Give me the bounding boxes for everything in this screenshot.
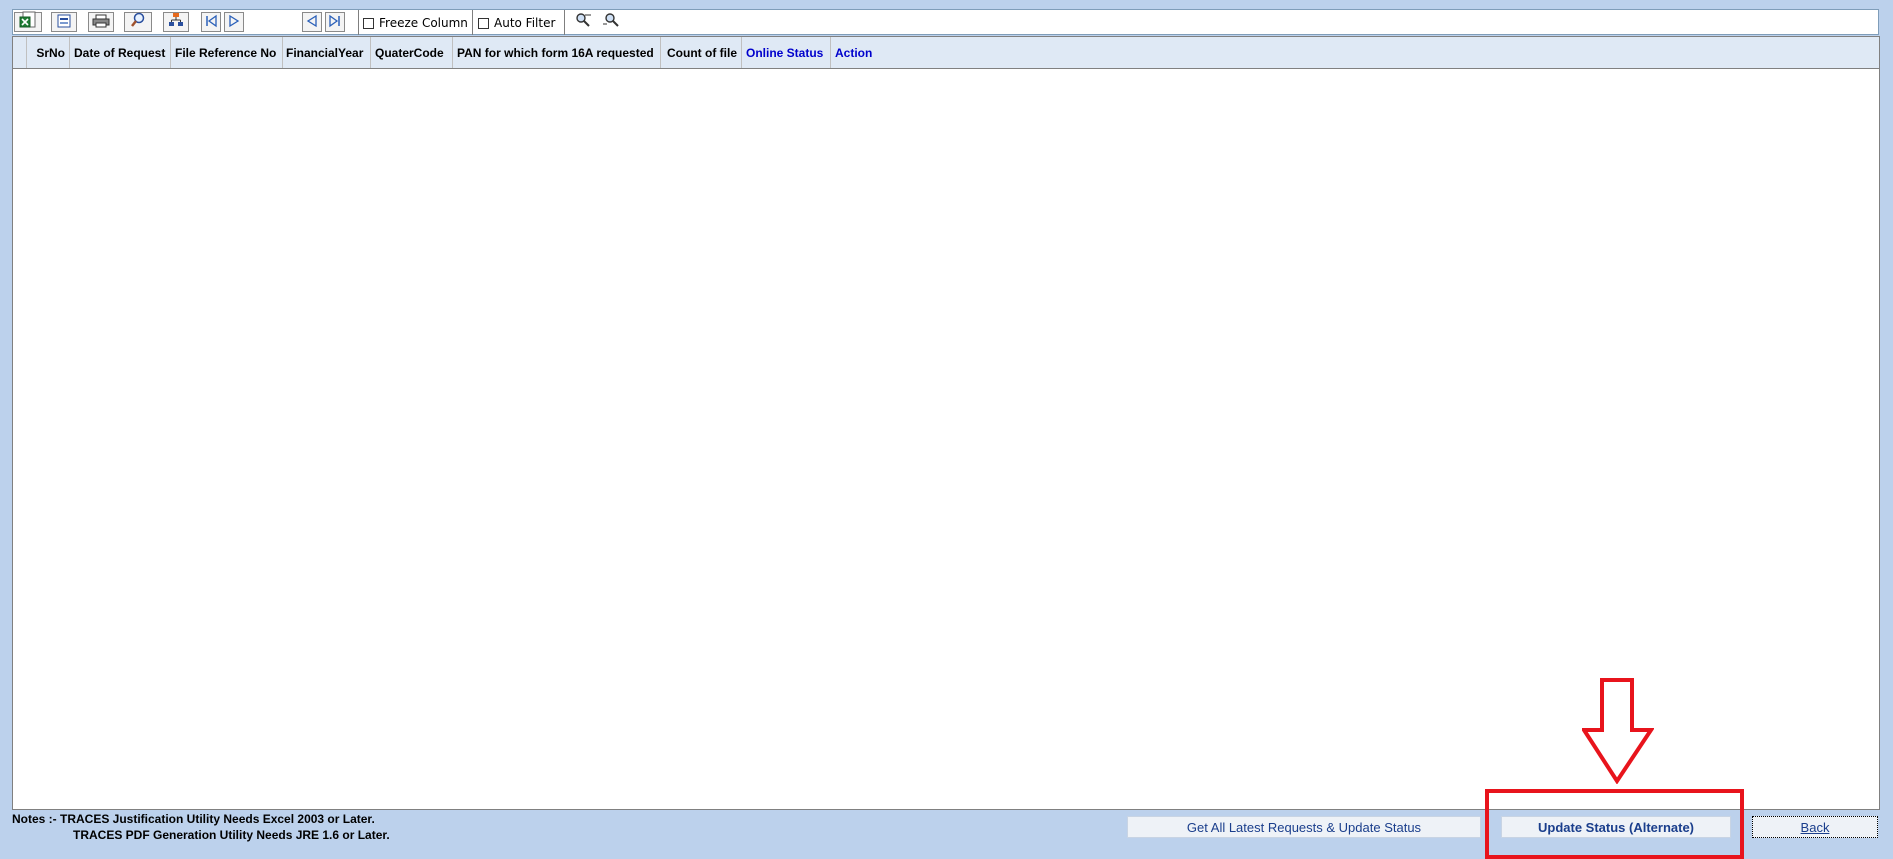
previous-icon <box>305 13 319 32</box>
back-button[interactable]: Back <box>1752 816 1878 838</box>
toolbar-separator <box>472 10 473 35</box>
column-header-online-status[interactable]: Online Status <box>742 37 831 68</box>
get-all-latest-requests-button[interactable]: Get All Latest Requests & Update Status <box>1127 816 1481 838</box>
first-page-icon <box>204 13 218 32</box>
toolbar-separator <box>564 10 565 35</box>
column-header-pan-form-16a[interactable]: PAN for which form 16A requested <box>453 37 661 68</box>
grid-header: SrNo Date of Request File Reference No F… <box>13 37 1879 69</box>
column-header-count-of-file[interactable]: Count of file <box>661 37 742 68</box>
find-next-button[interactable] <box>600 13 622 31</box>
next-page-button[interactable] <box>224 12 244 32</box>
hierarchy-icon <box>168 12 184 32</box>
row-selector-header <box>13 37 27 68</box>
excel-export-button[interactable] <box>14 11 42 33</box>
find-icon <box>575 12 593 32</box>
document-button[interactable] <box>51 12 77 32</box>
column-header-quater-code[interactable]: QuaterCode <box>371 37 453 68</box>
previous-button[interactable] <box>302 12 322 32</box>
next-page-icon <box>227 13 241 32</box>
down-arrow-icon <box>1580 678 1655 788</box>
excel-export-icon <box>18 11 38 33</box>
freeze-column-checkbox[interactable] <box>363 17 374 29</box>
print-button[interactable] <box>88 12 114 32</box>
column-header-file-reference-no[interactable]: File Reference No <box>171 37 283 68</box>
preview-button[interactable] <box>124 12 152 32</box>
column-header-srno[interactable]: SrNo <box>27 37 70 68</box>
notes: Notes :- TRACES Justification Utility Ne… <box>12 811 390 843</box>
hierarchy-button[interactable] <box>163 12 189 32</box>
auto-filter-toggle[interactable]: Auto Filter <box>474 14 555 32</box>
notes-line-1: Notes :- TRACES Justification Utility Ne… <box>12 812 375 826</box>
find-button[interactable] <box>573 13 595 31</box>
toolbar: Freeze Column Auto Filter <box>12 9 1879 35</box>
last-icon <box>328 13 342 32</box>
document-icon <box>56 13 72 32</box>
auto-filter-label: Auto Filter <box>494 16 556 30</box>
column-header-financial-year[interactable]: FinancialYear <box>283 37 371 68</box>
first-page-button[interactable] <box>201 12 221 32</box>
freeze-column-label: Freeze Column <box>379 16 468 30</box>
highlight-box <box>1485 789 1744 859</box>
notes-line-2: TRACES PDF Generation Utility Needs JRE … <box>73 828 390 842</box>
column-header-action[interactable]: Action <box>831 37 1879 68</box>
freeze-column-toggle[interactable]: Freeze Column <box>359 14 468 32</box>
auto-filter-checkbox[interactable] <box>478 17 489 29</box>
print-icon <box>92 13 110 32</box>
column-header-date-of-request[interactable]: Date of Request <box>70 37 171 68</box>
preview-icon <box>130 12 146 32</box>
last-button[interactable] <box>325 12 345 32</box>
find-next-icon <box>602 12 620 32</box>
